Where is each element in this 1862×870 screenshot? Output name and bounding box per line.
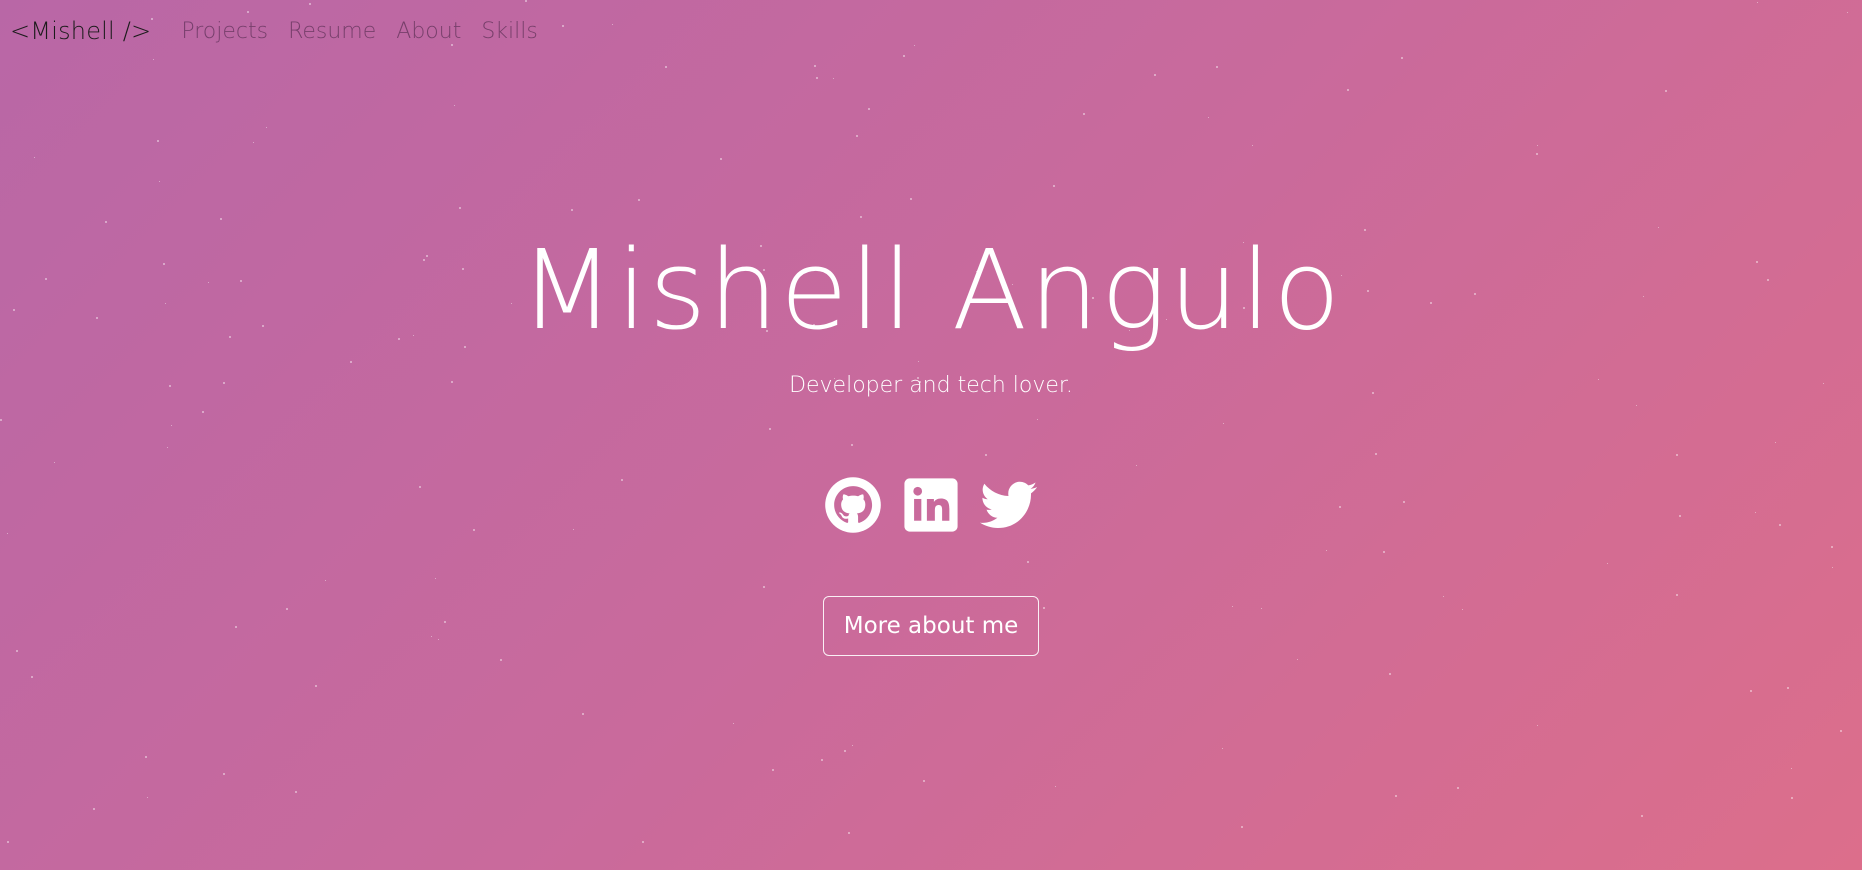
star-dot [1394, 795, 1397, 798]
linkedin-icon [904, 478, 958, 532]
star-dot [500, 659, 503, 662]
star-dot [92, 807, 95, 810]
star-dot [910, 197, 913, 200]
star-dot [719, 158, 722, 161]
star-dot [1346, 88, 1349, 91]
github-link[interactable] [824, 476, 882, 534]
star-dot [867, 107, 870, 110]
star-dot [771, 768, 774, 771]
star-dot [833, 77, 835, 79]
star-dot [844, 750, 847, 753]
hero-section: Mishell Angulo Developer and tech lover.… [0, 225, 1862, 656]
star-dot [314, 684, 317, 687]
star-dot [1221, 747, 1223, 749]
star-dot [1053, 185, 1056, 188]
hero-title: Mishell Angulo [519, 226, 1343, 354]
star-dot [571, 208, 574, 211]
star-dot [641, 840, 644, 843]
github-icon [825, 477, 881, 533]
star-dot [1154, 74, 1157, 77]
hero-subtitle: Developer and tech lover. [789, 373, 1073, 398]
star-dot [821, 758, 824, 761]
star-dot [220, 218, 223, 221]
social-links [0, 476, 1862, 534]
star-dot [1216, 65, 1219, 68]
navbar: <Mishell /> Projects Resume About Skills [0, 0, 1862, 62]
brand-logo[interactable]: <Mishell /> [10, 17, 151, 45]
star-dot [6, 841, 9, 844]
linkedin-link[interactable] [902, 476, 960, 534]
star-dot [1388, 672, 1391, 675]
star-dot [1054, 785, 1056, 787]
star-dot [1665, 90, 1668, 93]
star-dot [266, 126, 268, 128]
star-dot [922, 779, 925, 782]
star-dot [582, 712, 585, 715]
star-dot [252, 141, 254, 143]
star-dot [145, 755, 148, 758]
star-dot [856, 134, 859, 137]
more-about-me-button[interactable]: More about me [822, 596, 1040, 656]
star-dot [1083, 113, 1085, 116]
star-dot [1252, 144, 1254, 146]
star-dot [294, 791, 297, 794]
star-dot [453, 104, 455, 106]
star-dot [860, 216, 863, 219]
nav-link-resume[interactable]: Resume [288, 19, 376, 44]
star-dot [1750, 690, 1753, 693]
star-dot [848, 831, 851, 834]
star-dot [1787, 686, 1790, 689]
nav-link-skills[interactable]: Skills [481, 19, 538, 44]
star-dot [1840, 729, 1843, 732]
star-dot [157, 140, 160, 143]
star-dot [1640, 815, 1643, 818]
star-dot [1536, 145, 1538, 147]
twitter-link[interactable] [980, 476, 1038, 534]
star-dot [814, 64, 817, 67]
twitter-icon [980, 481, 1038, 528]
star-dot [1536, 725, 1538, 727]
star-dot [733, 723, 735, 725]
star-dot [159, 181, 161, 183]
star-dot [1296, 658, 1298, 660]
star-dot [816, 76, 819, 79]
star-dot [638, 199, 641, 202]
star-dot [664, 66, 667, 69]
star-dot [1791, 768, 1793, 770]
nav-link-about[interactable]: About [396, 19, 461, 44]
star-dot [1207, 116, 1209, 118]
star-dot [105, 220, 108, 223]
star-dot [33, 157, 35, 159]
star-dot [147, 796, 149, 798]
star-dot [458, 206, 461, 209]
star-dot [1240, 826, 1243, 829]
star-dot [30, 676, 33, 679]
star-dot [1535, 153, 1538, 156]
star-dot [1791, 797, 1794, 800]
star-dot [851, 744, 853, 746]
star-dot [222, 773, 225, 776]
nav-link-projects[interactable]: Projects [181, 19, 268, 44]
star-dot [1456, 786, 1459, 789]
